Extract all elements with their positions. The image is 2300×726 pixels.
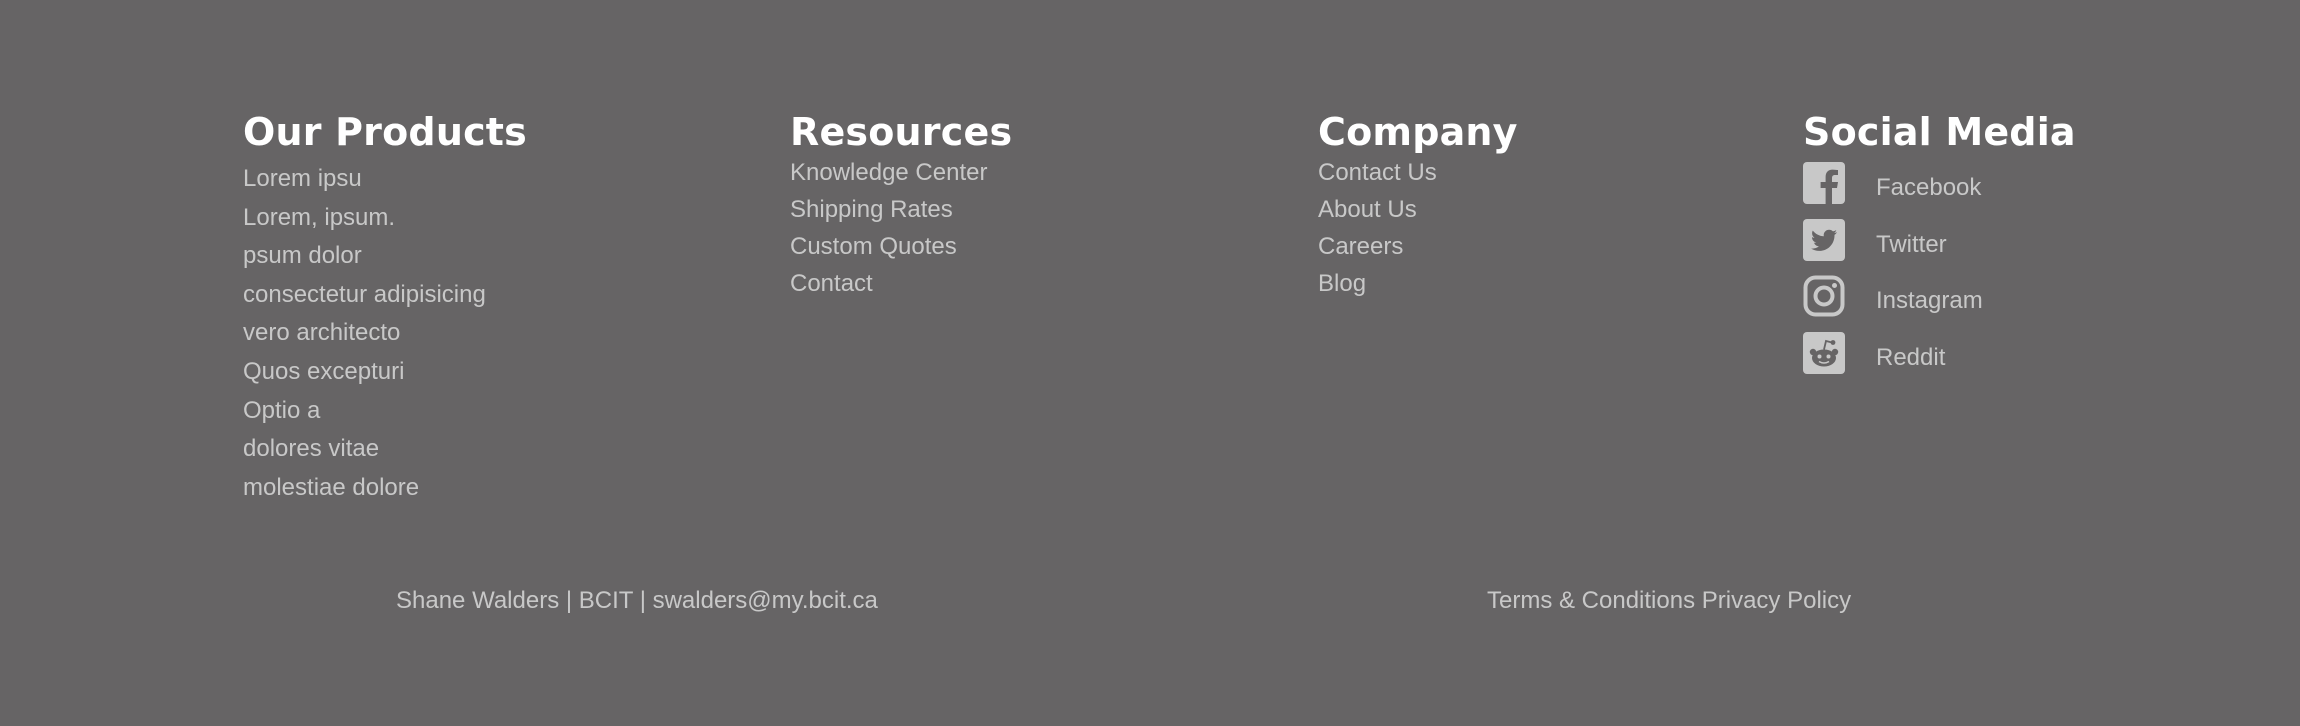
list-item: Shipping Rates bbox=[790, 193, 1012, 230]
company-link-careers[interactable]: Careers bbox=[1318, 233, 1403, 260]
list-item: About Us bbox=[1318, 193, 1518, 230]
products-heading: Our Products bbox=[243, 110, 527, 154]
list-item: Facebook bbox=[1803, 162, 2076, 219]
divider: | bbox=[565, 587, 573, 614]
reddit-link[interactable]: Reddit bbox=[1803, 331, 1946, 374]
product-link[interactable]: Optio a bbox=[243, 397, 320, 424]
company-heading: Company bbox=[1318, 110, 1518, 154]
author-name: Shane Walders bbox=[396, 587, 560, 614]
list-item: Instagram bbox=[1803, 275, 2076, 332]
list-item: Twitter bbox=[1803, 218, 2076, 276]
resources-list: Knowledge Center Shipping Rates Custom Q… bbox=[790, 156, 1012, 304]
site-footer: Our Products Lorem ipsu Lorem, ipsum. ps… bbox=[0, 0, 2300, 726]
facebook-link[interactable]: Facebook bbox=[1803, 162, 1981, 204]
resource-link-contact[interactable]: Contact bbox=[790, 270, 873, 297]
twitter-label: Twitter bbox=[1876, 230, 1947, 258]
list-item: psum dolor bbox=[243, 237, 527, 276]
list-item: Contact bbox=[790, 267, 1012, 304]
list-item: Careers bbox=[1318, 230, 1518, 267]
divider: | bbox=[639, 587, 646, 614]
resource-link-knowledge-center[interactable]: Knowledge Center bbox=[790, 159, 987, 186]
facebook-label: Facebook bbox=[1876, 174, 1982, 201]
company-link-about-us[interactable]: About Us bbox=[1318, 196, 1417, 223]
product-link[interactable]: psum dolor bbox=[243, 242, 362, 269]
instagram-label: Instagram bbox=[1876, 287, 1983, 314]
twitter-link[interactable]: Twitter bbox=[1803, 218, 1947, 261]
list-item: Knowledge Center bbox=[790, 156, 1012, 193]
school-name: BCIT bbox=[578, 587, 634, 614]
resource-link-shipping-rates[interactable]: Shipping Rates bbox=[790, 196, 953, 223]
social-heading: Social Media bbox=[1803, 110, 2076, 154]
product-link[interactable]: molestiae dolore bbox=[243, 474, 419, 501]
company-list: Contact Us About Us Careers Blog bbox=[1318, 156, 1518, 304]
facebook-icon bbox=[1803, 162, 1845, 204]
product-link[interactable]: Lorem, ipsum. bbox=[243, 204, 395, 231]
products-column: Our Products Lorem ipsu Lorem, ipsum. ps… bbox=[243, 108, 527, 507]
product-link[interactable]: dolores vitae bbox=[243, 435, 379, 462]
list-item: Optio a bbox=[243, 392, 527, 431]
privacy-link[interactable]: Privacy Policy bbox=[1702, 587, 1851, 614]
product-link[interactable]: vero architecto bbox=[243, 319, 400, 346]
list-item: Blog bbox=[1318, 267, 1518, 304]
product-link[interactable]: Lorem ipsu bbox=[243, 165, 362, 192]
list-item: Reddit bbox=[1803, 331, 2076, 389]
list-item: consectetur adipisicing bbox=[243, 276, 527, 315]
list-item: Custom Quotes bbox=[790, 230, 1012, 267]
twitter-icon bbox=[1803, 218, 1845, 261]
legal-links: Terms & Conditions Privacy Policy bbox=[1487, 586, 1851, 616]
product-link[interactable]: consectetur adipisicing bbox=[243, 281, 486, 308]
social-column: Social Media Facebook Twitter Instagram … bbox=[1803, 108, 2076, 388]
reddit-label: Reddit bbox=[1876, 343, 1946, 371]
list-item: vero architecto bbox=[243, 314, 527, 353]
list-item: dolores vitae bbox=[243, 430, 527, 469]
products-list: Lorem ipsu Lorem, ipsum. psum dolor cons… bbox=[243, 160, 527, 507]
list-item: Quos excepturi bbox=[243, 353, 527, 392]
list-item: Contact Us bbox=[1318, 156, 1518, 193]
resource-link-custom-quotes[interactable]: Custom Quotes bbox=[790, 233, 957, 260]
instagram-icon bbox=[1803, 275, 1845, 317]
reddit-icon bbox=[1803, 331, 1845, 374]
product-link[interactable]: Quos excepturi bbox=[243, 358, 404, 385]
company-column: Company Contact Us About Us Careers Blog bbox=[1318, 108, 1518, 304]
terms-link[interactable]: Terms & Conditions bbox=[1487, 587, 1695, 614]
author-info: Shane Walders | BCIT | swalders@my.bcit.… bbox=[396, 586, 878, 616]
email-link[interactable]: swalders@my.bcit.ca bbox=[653, 587, 878, 614]
resources-heading: Resources bbox=[790, 110, 1013, 154]
resources-column: Resources Knowledge Center Shipping Rate… bbox=[790, 108, 1012, 304]
social-list: Facebook Twitter Instagram Reddit bbox=[1803, 162, 2076, 388]
company-link-blog[interactable]: Blog bbox=[1318, 270, 1366, 297]
list-item: Lorem ipsu bbox=[243, 160, 527, 199]
list-item: molestiae dolore bbox=[243, 469, 527, 508]
company-link-contact-us[interactable]: Contact Us bbox=[1318, 159, 1437, 186]
instagram-link[interactable]: Instagram bbox=[1803, 275, 1983, 317]
list-item: Lorem, ipsum. bbox=[243, 199, 527, 238]
